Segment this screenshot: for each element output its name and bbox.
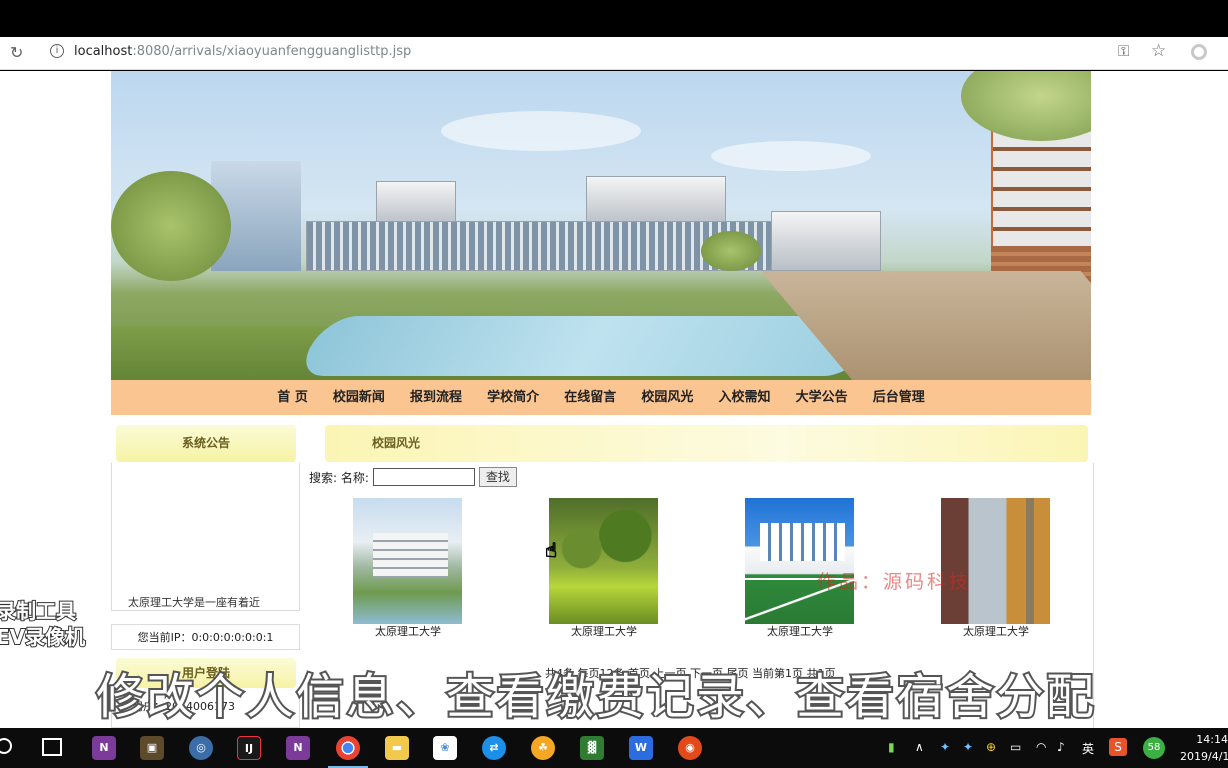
- photo-caption-1[interactable]: 太原理工大学: [338, 623, 478, 639]
- nav-online-message[interactable]: 在线留言: [564, 380, 616, 415]
- scenery-photo-4[interactable]: [941, 498, 1050, 624]
- main-nav: 首 页 校园新闻 报到流程 学校简介 在线留言 校园风光 入校需知 大学公告 后…: [111, 380, 1091, 415]
- search-circle-icon[interactable]: [0, 738, 12, 754]
- campus-banner-image: [111, 71, 1091, 380]
- url-path: :8080/arrivals/xiaoyuanfengguanglisttp.j…: [132, 44, 412, 59]
- video-subtitle: 修改个人信息、查看缴费记录、查看宿舍分配: [94, 667, 1097, 727]
- browser-address-bar: ↻ i localhost:8080/arrivals/xiaoyuanfeng…: [0, 37, 1228, 70]
- notice-box: 太原理工大学是一座有着近: [111, 463, 300, 611]
- bookmark-star-icon[interactable]: ☆: [1151, 41, 1166, 61]
- clock-date: 2019/4/1: [1180, 750, 1228, 763]
- photo-caption-4[interactable]: 太原理工大学: [926, 623, 1066, 639]
- tray-app-2-icon[interactable]: ✦: [963, 740, 973, 754]
- web-page: 首 页 校园新闻 报到流程 学校简介 在线留言 校园风光 入校需知 大学公告 后…: [0, 71, 1228, 728]
- sogou-icon[interactable]: S: [1109, 738, 1127, 756]
- nav-campus-scenery[interactable]: 校园风光: [641, 380, 693, 415]
- site-info-icon[interactable]: i: [50, 44, 64, 58]
- notice-text: 太原理工大学是一座有着近: [128, 596, 260, 609]
- nav-announcements[interactable]: 大学公告: [796, 380, 848, 415]
- app-chart-icon[interactable]: ▓: [580, 736, 604, 760]
- search-button[interactable]: 查找: [478, 467, 517, 487]
- clock[interactable]: 14:14 2019/4/1: [1180, 731, 1228, 765]
- photo-caption-2[interactable]: 太原理工大学: [534, 623, 674, 639]
- ip-info: 您当前IP：0:0:0:0:0:0:0:1: [111, 624, 300, 650]
- nav-admin[interactable]: 后台管理: [873, 380, 925, 415]
- notice-title: 系统公告: [116, 425, 296, 462]
- photo-caption-3[interactable]: 太原理工大学: [730, 623, 870, 639]
- tray-device-icon[interactable]: ▭: [1010, 740, 1021, 754]
- search-form: 搜索: 名称: 查找: [309, 467, 517, 487]
- scenery-photo-2[interactable]: [549, 498, 658, 624]
- clock-time: 14:14: [1196, 733, 1228, 746]
- watermark: 作品：源码科技: [817, 571, 972, 593]
- onenote-icon[interactable]: N: [92, 736, 116, 760]
- tray-up-arrow-icon[interactable]: ∧: [915, 740, 924, 754]
- tray-app-icon[interactable]: ✦: [940, 740, 950, 754]
- app-cloud-icon[interactable]: ❀: [433, 736, 457, 760]
- reload-icon[interactable]: ↻: [10, 43, 23, 62]
- tray-badge[interactable]: 58: [1143, 737, 1165, 759]
- onenote-2-icon[interactable]: N: [286, 736, 310, 760]
- file-explorer-icon[interactable]: ▬: [385, 736, 409, 760]
- recorder-watermark: 录制工具 EV录像机: [0, 598, 86, 650]
- section-title: 校园风光: [325, 425, 1088, 462]
- mouse-cursor-icon: ☝: [544, 538, 558, 563]
- intellij-icon[interactable]: IJ: [237, 736, 261, 760]
- nav-school-intro[interactable]: 学校简介: [487, 380, 539, 415]
- teamviewer-icon[interactable]: ⇄: [482, 736, 506, 760]
- windows-taskbar: N ▣ ◎ IJ N ▬ ❀ ⇄ ☘ ▓ W ◉ ▮ ∧ ✦ ✦ ⊕ ▭ ◠ ♪…: [0, 728, 1228, 768]
- search-label: 搜索: 名称:: [309, 470, 369, 485]
- search-input[interactable]: [372, 468, 475, 486]
- scenery-photo-3[interactable]: [745, 498, 854, 624]
- recorder-line-2: EV录像机: [0, 624, 86, 650]
- key-icon[interactable]: ⚿: [1118, 42, 1129, 60]
- tray-plus-icon[interactable]: ⊕: [986, 740, 996, 754]
- scenery-photo-1[interactable]: [353, 498, 462, 624]
- ime-indicator[interactable]: 英: [1082, 740, 1094, 757]
- wps-icon[interactable]: W: [629, 736, 653, 760]
- extension-icon[interactable]: [1191, 44, 1207, 60]
- nav-campus-news[interactable]: 校园新闻: [333, 380, 385, 415]
- task-view-icon[interactable]: [42, 738, 62, 756]
- battery-icon[interactable]: ▮: [888, 740, 895, 754]
- recorder-line-1: 录制工具: [0, 598, 77, 624]
- screen-top-bar: [0, 0, 1228, 37]
- url-field[interactable]: localhost:8080/arrivals/xiaoyuanfengguan…: [74, 44, 411, 59]
- app-globe-icon[interactable]: ◎: [189, 736, 213, 760]
- app-recorder-icon[interactable]: ◉: [678, 736, 702, 760]
- nav-registration-process[interactable]: 报到流程: [410, 380, 462, 415]
- app-paw-icon[interactable]: ☘: [531, 736, 555, 760]
- nav-admission-notes[interactable]: 入校需知: [718, 380, 770, 415]
- chrome-icon[interactable]: [328, 736, 368, 768]
- url-host: localhost: [74, 44, 133, 59]
- nav-home[interactable]: 首 页: [277, 380, 308, 415]
- volume-icon[interactable]: ♪: [1057, 740, 1065, 754]
- app-game-icon[interactable]: ▣: [140, 736, 164, 760]
- wifi-icon[interactable]: ◠: [1036, 740, 1046, 754]
